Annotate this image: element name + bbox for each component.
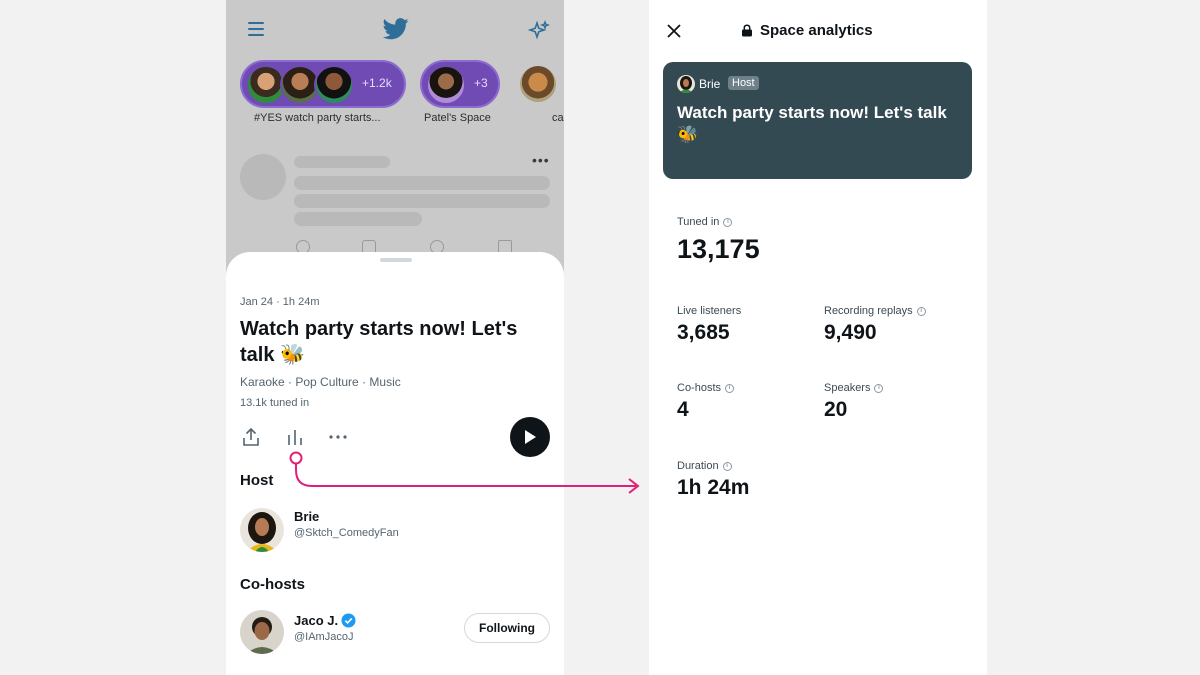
recording-replays-label: Recording replays i	[824, 305, 926, 317]
analytics-header: Space analytics	[741, 22, 873, 39]
tuned-in-value: 13,175	[677, 234, 760, 264]
cohosts-heading: Co-hosts	[240, 576, 305, 593]
share-icon[interactable]	[240, 426, 262, 448]
card-host-name: Brie	[699, 77, 721, 91]
host-name[interactable]: Brie	[294, 509, 319, 524]
live-listeners-value: 3,685	[677, 321, 730, 344]
sheet-grabber[interactable]	[380, 258, 412, 262]
sparkle-icon[interactable]	[528, 20, 550, 42]
analytics-title: Space analytics	[760, 22, 873, 39]
tweet-placeholder-line	[294, 212, 422, 226]
close-icon[interactable]	[666, 23, 682, 39]
space-caption: ca	[552, 112, 564, 124]
duration-label: Duration i	[677, 460, 732, 472]
space-avatar-cat[interactable]	[518, 64, 558, 104]
space-caption: Patel's Space	[424, 112, 491, 124]
menu-icon[interactable]	[248, 22, 264, 36]
more-icon[interactable]	[328, 426, 348, 448]
space-pill-yes[interactable]: +1.2k	[240, 60, 406, 108]
space-topics: Karaoke · Pop Culture · Music	[240, 375, 401, 389]
listener-count: +3	[474, 76, 488, 90]
cohost-handle: @IAmJacoJ	[294, 631, 354, 643]
spaces-carousel: +1.2k #YES watch party starts... +3 Pate…	[240, 60, 564, 130]
space-pill-patel[interactable]: +3	[420, 60, 500, 108]
recording-replays-value: 9,490	[824, 321, 877, 344]
following-button[interactable]: Following	[464, 613, 550, 643]
host-avatar[interactable]	[240, 508, 284, 552]
tweet-placeholder-line	[294, 156, 390, 168]
twitter-logo-icon[interactable]	[383, 18, 409, 40]
tweet-placeholder-avatar	[240, 154, 286, 200]
host-handle: @Sktch_ComedyFan	[294, 527, 399, 539]
space-title: Watch party starts now! Let's talk 🐝	[240, 318, 518, 366]
space-details-sheet: Jan 24 · 1h 24m Watch party starts now! …	[226, 252, 564, 675]
cohosts-value: 4	[677, 398, 689, 421]
listener-count: +1.2k	[362, 76, 392, 90]
cohost-name[interactable]: Jaco J.	[294, 613, 338, 628]
more-icon: •••	[532, 152, 550, 168]
analytics-icon[interactable]	[286, 426, 304, 448]
info-icon[interactable]: i	[916, 306, 926, 316]
space-analytics-screen: Space analytics Brie Host Watch party st…	[649, 0, 987, 675]
speakers-value: 20	[824, 398, 848, 421]
space-details-screen: +1.2k #YES watch party starts... +3 Pate…	[226, 0, 564, 675]
connector-arrow	[289, 451, 640, 494]
stat-label-text: Speakers	[824, 382, 871, 394]
stat-label-text: Tuned in	[677, 216, 720, 228]
info-icon[interactable]: i	[874, 383, 884, 393]
duration-value: 1h 24m	[677, 476, 750, 499]
tuned-in-label: Tuned in i	[677, 216, 733, 228]
stat-label-text: Co-hosts	[677, 382, 722, 394]
space-summary-card: Brie Host Watch party starts now! Let's …	[663, 62, 972, 179]
verified-badge-icon	[341, 613, 356, 628]
stat-label-text: Recording replays	[824, 305, 913, 317]
stat-label-text: Live listeners	[677, 305, 742, 317]
host-badge: Host	[728, 76, 759, 90]
tuned-in-count: 13.1k tuned in	[240, 397, 310, 409]
host-avatar	[677, 75, 695, 93]
info-icon[interactable]: i	[722, 461, 732, 471]
info-icon[interactable]: i	[725, 383, 735, 393]
card-space-title: Watch party starts now! Let's talk 🐝	[677, 103, 947, 144]
speakers-label: Speakers i	[824, 382, 884, 394]
space-date: Jan 24 · 1h 24m	[240, 296, 320, 308]
info-icon[interactable]: i	[723, 217, 733, 227]
space-caption: #YES watch party starts...	[254, 112, 381, 124]
avatar	[426, 65, 466, 105]
avatar	[314, 65, 354, 105]
tweet-placeholder-line	[294, 176, 550, 190]
cohost-avatar[interactable]	[240, 610, 284, 654]
live-listeners-label: Live listeners	[677, 305, 741, 317]
feed-header	[226, 0, 564, 58]
host-heading: Host	[240, 472, 274, 489]
tweet-placeholder-line	[294, 194, 550, 208]
cohosts-label: Co-hosts i	[677, 382, 735, 394]
lock-icon	[742, 24, 752, 37]
play-button[interactable]	[510, 417, 550, 457]
play-icon	[525, 430, 536, 444]
stat-label-text: Duration	[677, 460, 719, 472]
